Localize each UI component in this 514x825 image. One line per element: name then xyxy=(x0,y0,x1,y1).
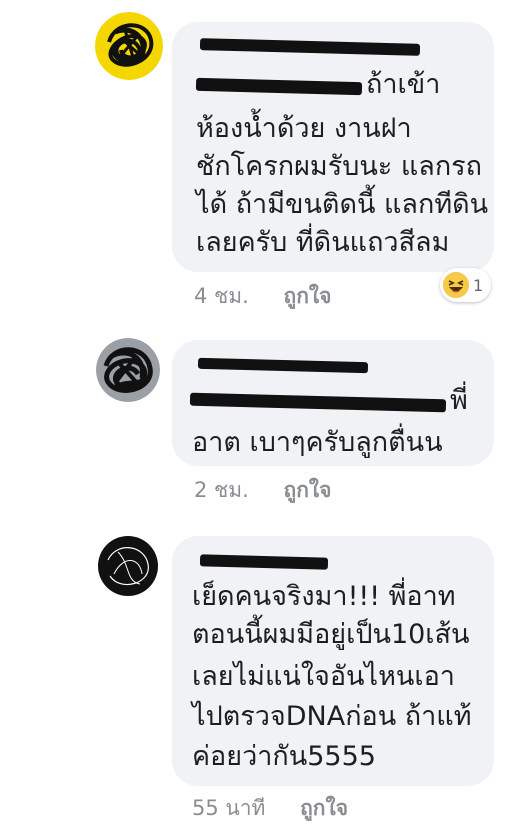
like-button[interactable]: ถูกใจ xyxy=(284,478,332,502)
comment-bubble-1[interactable]: ถ้าเข้า ห้องน้ำด้วย งานฝา ชักโครกผมรับนะ… xyxy=(172,22,494,272)
comment-bubble-3[interactable]: เย็ดคนจริงมา!!! พี่อาท ตอนนี้ผมมีอยู่เป็… xyxy=(172,536,494,786)
comment-text-line: พี่ xyxy=(450,385,468,416)
reaction-badge[interactable]: 1 xyxy=(440,268,492,302)
comment-text-line: เย็ดคนจริงมา!!! พี่อาท xyxy=(192,581,456,612)
reaction-count: 1 xyxy=(473,275,484,295)
comment-meta: 55 นาที ถูกใจ xyxy=(192,792,348,825)
comment-text-line: ค่อยว่ากัน5555 xyxy=(192,741,376,772)
redacted-name xyxy=(197,357,369,374)
laughing-emoji-icon xyxy=(443,272,469,298)
redacted-name xyxy=(199,38,421,56)
redacted-mention xyxy=(195,77,363,96)
like-button[interactable]: ถูกใจ xyxy=(300,796,348,820)
comment-timestamp[interactable]: 4 ชม. xyxy=(194,284,249,308)
comment-text-line: ชักโครกผมรับนะ แลกรถ xyxy=(196,151,483,182)
comment-timestamp[interactable]: 55 นาที xyxy=(192,796,265,820)
comment-text-line: อาต เบาๆครับลูกตื่นน xyxy=(192,427,443,458)
comment-text-line: ตอนนี้ผมมีอยู่เป็น10เส้น xyxy=(192,619,470,650)
scribbled-avatar-icon xyxy=(96,338,160,402)
scribbled-avatar-icon xyxy=(96,534,160,598)
comment-meta: 4 ชม. ถูกใจ xyxy=(194,280,332,313)
comment-text-line: ถ้าเข้า xyxy=(366,69,441,100)
comment-bubble-2[interactable]: พี่ อาต เบาๆครับลูกตื่นน xyxy=(172,340,494,466)
redacted-name xyxy=(199,554,329,570)
comment-text-line: เลยครับ ที่ดินแถวสีลม xyxy=(196,227,450,258)
comment-text-line: ห้องน้ำด้วย งานฝา xyxy=(196,113,412,144)
scribbled-avatar-icon xyxy=(95,12,163,80)
avatar-commenter-2[interactable] xyxy=(96,338,160,402)
comment-text-line: ได้ ถ้ามีขนติดนี้ แลกทีดิน xyxy=(196,189,489,220)
avatar-commenter-1[interactable] xyxy=(95,12,163,80)
comment-text-line: ไปตรวจDNAก่อน ถ้าแท้ xyxy=(192,701,472,732)
like-button[interactable]: ถูกใจ xyxy=(284,284,332,308)
comment-text-line: เลยไม่แน่ใจอันไหนเอา xyxy=(192,661,455,692)
redacted-mention xyxy=(189,392,447,413)
avatar-commenter-3[interactable] xyxy=(96,534,160,598)
comment-timestamp[interactable]: 2 ชม. xyxy=(194,478,249,502)
comment-meta: 2 ชม. ถูกใจ xyxy=(194,474,332,507)
